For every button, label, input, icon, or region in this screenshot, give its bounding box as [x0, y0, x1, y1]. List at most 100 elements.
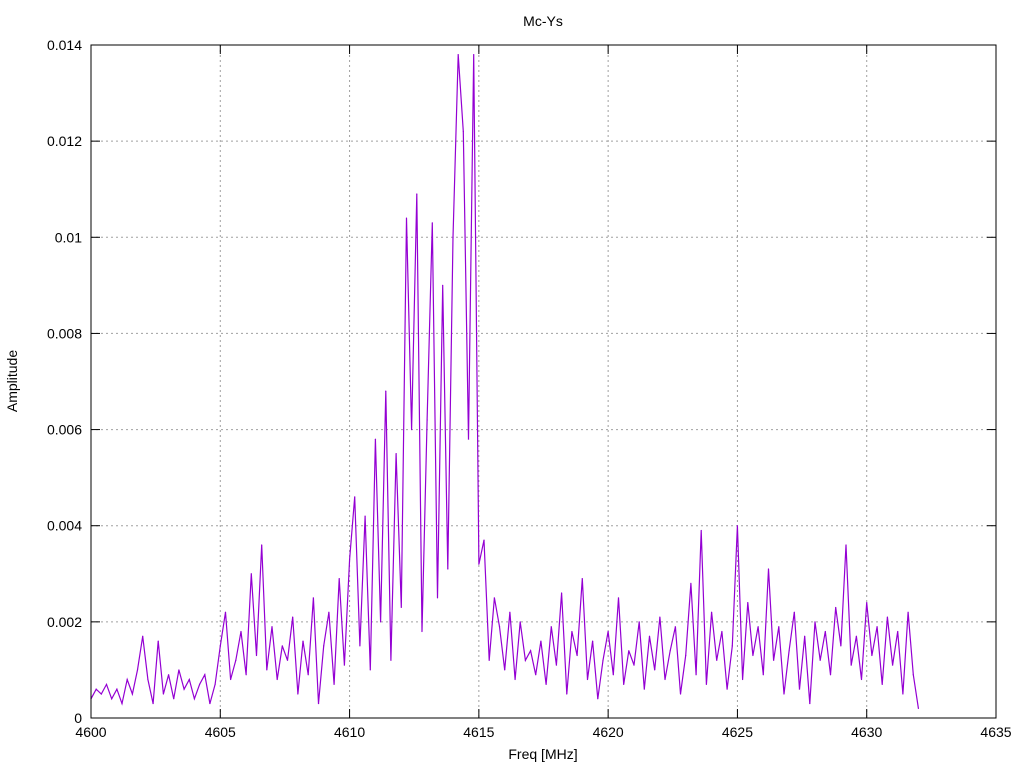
- data-point: [173, 698, 175, 700]
- data-point: [778, 626, 780, 628]
- data-point: [338, 577, 340, 580]
- data-point: [411, 428, 413, 431]
- data-point: [742, 678, 744, 681]
- data-point: [167, 674, 170, 676]
- data-point: [261, 544, 263, 546]
- data-point: [705, 683, 708, 685]
- data-point: [674, 626, 676, 628]
- data-point: [478, 563, 480, 565]
- data-point: [886, 616, 889, 618]
- data-point: [436, 597, 439, 599]
- data-point: [638, 621, 640, 623]
- data-point: [385, 390, 387, 392]
- data-point: [317, 702, 320, 705]
- data-point: [866, 602, 868, 604]
- data-point: [302, 640, 304, 642]
- series: [90, 54, 920, 709]
- data-point: [431, 222, 433, 224]
- data-point: [271, 626, 273, 628]
- data-point: [188, 678, 190, 681]
- data-point: [121, 702, 123, 705]
- data-point: [716, 659, 718, 661]
- data-point: [519, 621, 521, 623]
- data-point: [343, 664, 345, 666]
- data-point: [804, 635, 806, 637]
- data-point: [416, 193, 418, 195]
- data-point: [602, 659, 604, 661]
- data-point: [488, 659, 490, 661]
- data-point: [855, 635, 857, 637]
- data-point: [514, 678, 516, 681]
- series-line: [90, 54, 919, 709]
- data-point: [783, 693, 785, 695]
- data-point: [224, 611, 227, 613]
- data-point: [540, 640, 542, 642]
- data-point: [695, 674, 697, 676]
- data-point: [193, 698, 196, 700]
- y-tick-label: 0.01: [55, 229, 82, 245]
- data-point: [643, 688, 645, 690]
- data-point: [442, 284, 444, 286]
- x-tick-label: 4600: [75, 724, 106, 740]
- data-point: [912, 674, 914, 676]
- data-point: [736, 525, 739, 527]
- data-point: [814, 621, 816, 623]
- data-point: [374, 438, 377, 440]
- data-point: [447, 568, 449, 570]
- data-point: [648, 635, 651, 637]
- y-tick-label: 0.014: [47, 37, 82, 53]
- data-point: [333, 683, 335, 685]
- plot-border: [90, 44, 997, 719]
- data-point: [405, 217, 408, 219]
- data-point: [545, 683, 547, 685]
- data-point: [199, 683, 201, 685]
- data-point: [307, 674, 309, 676]
- data-point: [111, 698, 113, 700]
- y-tick-label: 0.008: [47, 325, 82, 341]
- data-point: [462, 130, 464, 133]
- data-point: [214, 683, 216, 685]
- data-point: [669, 650, 671, 652]
- data-point: [860, 678, 863, 681]
- data-point: [664, 678, 666, 681]
- data-point: [819, 659, 821, 661]
- data-point: [809, 702, 811, 705]
- y-tick-label: 0.006: [47, 422, 82, 438]
- data-point: [840, 645, 842, 647]
- data-point: [255, 654, 258, 657]
- data-point: [266, 669, 268, 671]
- data-point: [162, 693, 164, 695]
- data-point: [131, 693, 133, 695]
- data-point: [209, 702, 211, 705]
- y-tick-label: 0.004: [47, 518, 82, 534]
- data-point: [773, 659, 775, 661]
- data-point: [566, 693, 568, 695]
- y-tick-label: 0.012: [47, 133, 82, 149]
- data-point: [354, 496, 356, 498]
- data-point: [504, 669, 506, 671]
- data-point: [581, 577, 583, 580]
- data-point: [628, 650, 630, 652]
- data-point: [550, 626, 552, 628]
- data-point: [348, 558, 351, 560]
- data-point: [535, 674, 537, 676]
- data-point: [607, 630, 609, 633]
- data-point: [902, 693, 904, 695]
- data-point: [152, 702, 154, 705]
- data-point: [690, 582, 692, 585]
- data-point: [835, 606, 837, 609]
- data-point: [483, 539, 485, 541]
- y-tick-label: 0.002: [47, 614, 82, 630]
- data-point: [136, 669, 139, 671]
- data-point: [731, 645, 733, 647]
- data-point: [891, 664, 894, 666]
- data-point: [586, 678, 589, 681]
- data-point: [561, 592, 563, 594]
- data-point: [726, 688, 728, 690]
- data-point: [654, 669, 656, 671]
- data-point: [183, 688, 185, 690]
- data-point: [493, 597, 495, 599]
- data-point: [95, 688, 97, 690]
- x-tick-label: 4625: [722, 724, 753, 740]
- chart-title: Mc-Ys: [523, 13, 563, 29]
